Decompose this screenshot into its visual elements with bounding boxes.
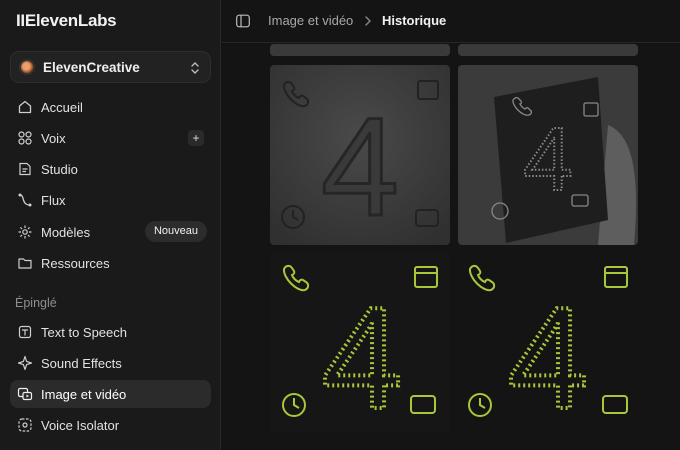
gallery-tile[interactable]: 4 — [458, 65, 638, 245]
glyph-text: 4 — [322, 277, 403, 433]
pinned-item-text-to-speech[interactable]: Text to Speech — [10, 318, 211, 346]
nav-label: Voice Isolator — [41, 417, 120, 433]
workspace-name: ElevenCreative — [43, 59, 140, 75]
workspace-selector[interactable]: ElevenCreative — [10, 51, 211, 83]
breadcrumb-current: Historique — [382, 13, 447, 28]
nav-label: Voix — [41, 130, 66, 146]
nav-label: Studio — [41, 161, 78, 177]
sidebar-toggle-icon[interactable] — [236, 14, 250, 28]
generated-image: 4 — [458, 65, 638, 245]
gallery-tile[interactable]: 4 — [458, 253, 638, 433]
glyph-text: 4 — [508, 277, 589, 433]
nav-label: Modèles — [41, 224, 91, 240]
pinned-item-voice-isolator[interactable]: Voice Isolator — [10, 411, 211, 439]
nav-item-accueil[interactable]: Accueil — [10, 93, 211, 121]
flow-icon — [17, 192, 33, 208]
gallery-tile-partial[interactable] — [270, 44, 450, 56]
nav-item-ressources[interactable]: Ressources — [10, 249, 211, 277]
studio-icon — [17, 161, 33, 177]
nav-label: Text to Speech — [41, 324, 127, 340]
breadcrumb-parent[interactable]: Image et vidéo — [268, 13, 353, 28]
chevron-up-down-icon — [191, 62, 199, 74]
pinned-item-sound-effects[interactable]: Sound Effects — [10, 349, 211, 377]
top-bar: Image et vidéo Historique — [222, 0, 680, 43]
nav-item-voix[interactable]: Voix + — [10, 124, 211, 152]
home-icon — [17, 99, 33, 115]
chevron-right-icon — [365, 16, 371, 26]
nav-item-flux[interactable]: Flux — [10, 186, 211, 214]
generated-image: 4 — [270, 253, 450, 433]
sparkle-icon — [17, 355, 33, 371]
nav-item-modeles[interactable]: Modèles Nouveau — [10, 218, 211, 246]
glyph-text: 4 — [321, 88, 399, 245]
gallery-tile-partial[interactable] — [458, 44, 638, 56]
folder-icon — [17, 255, 33, 271]
sidebar: IIElevenLabs ElevenCreative Accueil Voix… — [0, 0, 221, 450]
app-logo[interactable]: IIElevenLabs — [16, 11, 117, 31]
nav-item-studio[interactable]: Studio — [10, 155, 211, 183]
models-icon — [17, 224, 33, 240]
nav-label: Image et vidéo — [41, 386, 127, 402]
gallery-tile[interactable]: 4 — [270, 253, 450, 433]
add-voice-button[interactable]: + — [188, 130, 204, 146]
pinned-section-label: Épinglé — [15, 296, 57, 310]
text-to-speech-icon — [17, 324, 33, 340]
nav-label: Ressources — [41, 255, 110, 271]
nav-label: Sound Effects — [41, 355, 122, 371]
generated-image: 4 — [458, 253, 638, 433]
gallery-tile[interactable]: 4 — [270, 65, 450, 245]
pinned-item-image-et-video[interactable]: Image et vidéo — [10, 380, 211, 408]
nav-label: Accueil — [41, 99, 83, 115]
generated-image: 4 — [270, 65, 450, 245]
new-badge: Nouveau — [144, 221, 207, 242]
glyph-text: 4 — [523, 110, 573, 210]
nav-label: Flux — [41, 192, 66, 208]
voice-isolator-icon — [17, 417, 33, 433]
voices-icon — [17, 130, 33, 146]
workspace-avatar — [19, 59, 35, 75]
image-video-icon — [17, 386, 33, 402]
image-gallery: 4 4 4 4 — [222, 44, 680, 450]
